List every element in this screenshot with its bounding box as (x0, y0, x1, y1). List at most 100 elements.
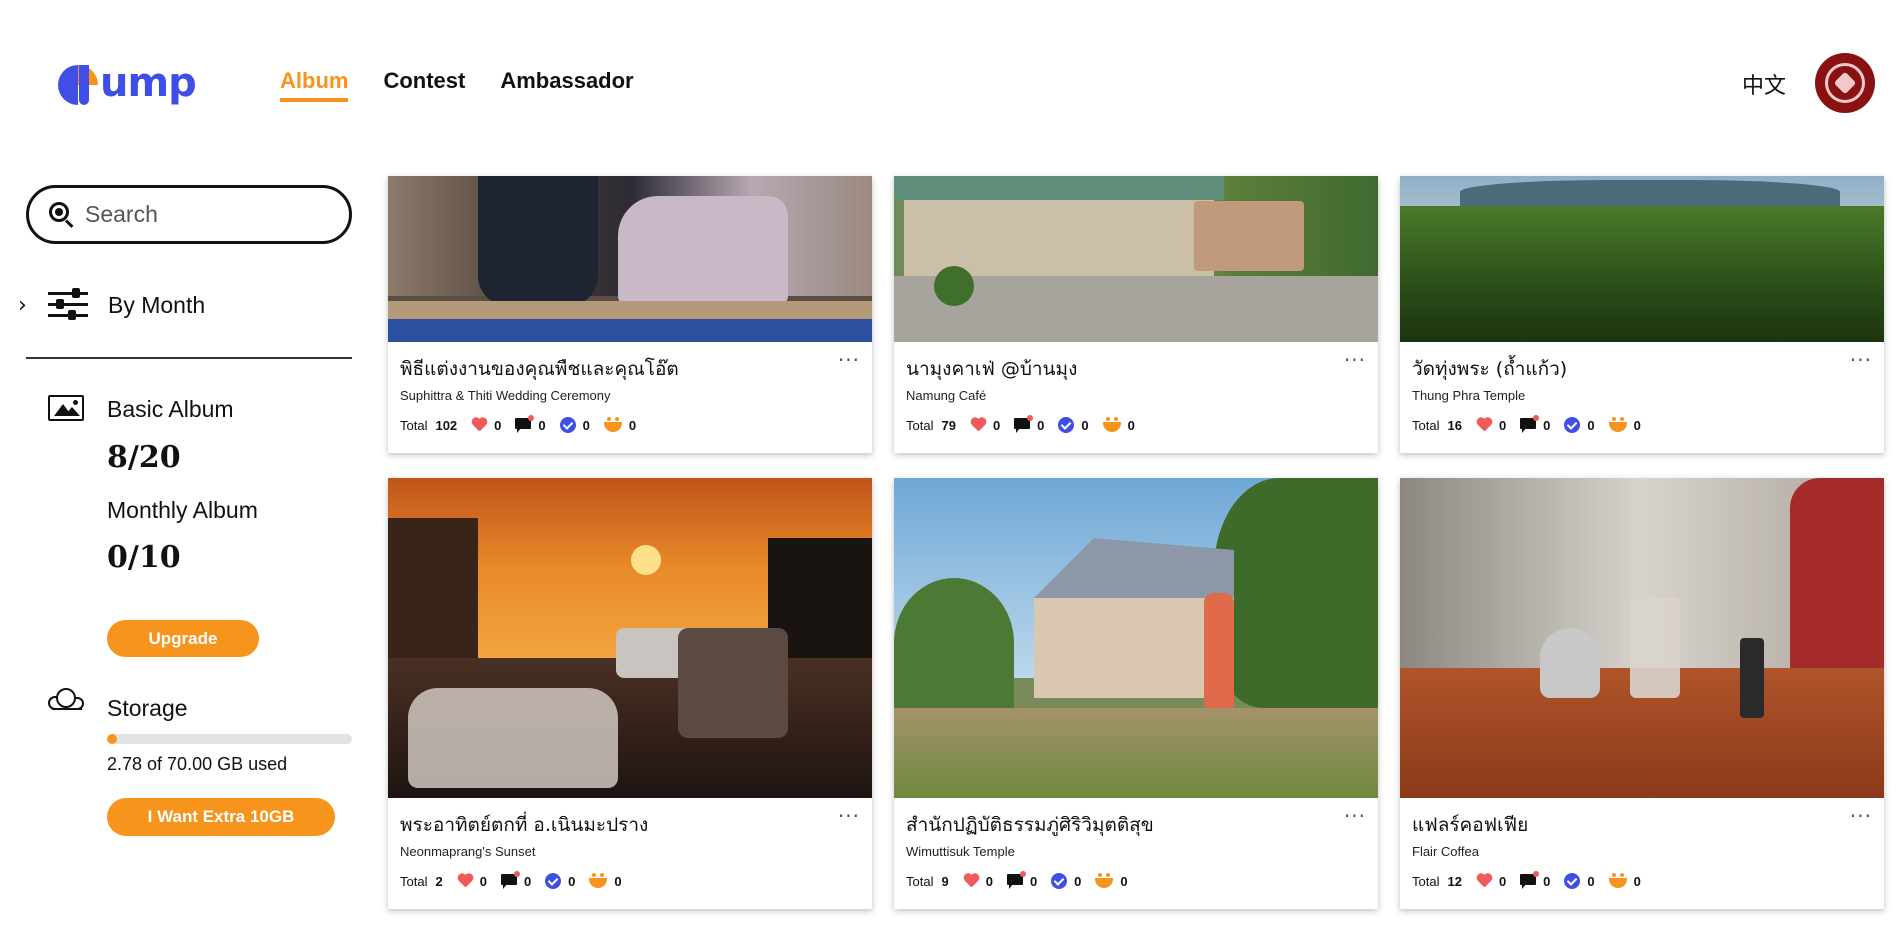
sidebar: › By Month Basic Album 8/20 Monthly Albu… (0, 150, 360, 927)
monthly-album-count: 0/10 (107, 540, 181, 575)
total-label: Total (400, 873, 428, 889)
more-options-icon[interactable]: ··· (1344, 348, 1366, 372)
smile-icon (603, 417, 622, 433)
smile-icon (589, 873, 608, 889)
verified-count: 0 (1587, 873, 1595, 889)
album-cover-image[interactable] (388, 176, 872, 342)
total-count: 9 (941, 873, 949, 889)
like-count: 0 (494, 417, 502, 433)
by-month-filter[interactable]: › By Month (18, 288, 206, 320)
smile-icon (1102, 417, 1121, 433)
total-count: 79 (941, 417, 956, 433)
album-subtitle: Thung Phra Temple (1412, 388, 1526, 403)
verified-count: 0 (582, 417, 590, 433)
total-count: 16 (1447, 417, 1462, 433)
verified-icon (1564, 417, 1581, 433)
basic-album-label: Basic Album (107, 396, 234, 422)
total-label: Total (906, 417, 934, 433)
comment-count: 0 (1029, 873, 1038, 889)
logo-text: ump (100, 60, 197, 106)
more-options-icon[interactable]: ··· (1344, 804, 1366, 828)
extra-storage-button[interactable]: I Want Extra 10GB (107, 798, 335, 836)
monthly-album-label: Monthly Album (107, 497, 258, 523)
album-cover-image[interactable] (894, 478, 1378, 798)
total-label: Total (1412, 417, 1440, 433)
album-title: วัดทุ่งพระ (ถ้ำแก้ว) (1412, 358, 1568, 380)
verified-icon (545, 873, 562, 889)
album-cover-image[interactable] (1400, 478, 1884, 798)
album-stats: Total 12 0 0 0 0 (1412, 871, 1872, 889)
like-count: 0 (479, 873, 487, 889)
more-options-icon[interactable]: ··· (1850, 348, 1872, 372)
album-subtitle: Suphittra & Thiti Wedding Ceremony (400, 388, 611, 403)
upgrade-button[interactable]: Upgrade (107, 620, 259, 657)
smile-icon (1095, 873, 1114, 889)
comment-count: 0 (538, 417, 546, 433)
search-input[interactable] (85, 201, 325, 228)
nav-album[interactable]: Album (280, 68, 349, 102)
storage-progress-fill (107, 734, 117, 744)
verified-icon (1051, 873, 1068, 889)
total-count: 102 (435, 417, 458, 433)
chevron-right-icon: › (18, 292, 27, 318)
search-icon (49, 201, 75, 228)
like-count: 0 (992, 417, 1001, 433)
reaction-count: 0 (1633, 417, 1641, 433)
cloud-icon (48, 688, 84, 710)
verified-icon (559, 417, 576, 433)
heart-icon (1476, 418, 1492, 432)
album-title: พิธีแต่งงานของคุณพืชและคุณโอ๊ต (400, 358, 679, 380)
nav-contest[interactable]: Contest (383, 68, 465, 102)
album-stats: Total 2 0 0 0 0 (400, 871, 860, 889)
like-count: 0 (985, 873, 993, 889)
smile-icon (1608, 873, 1627, 889)
logo-mark-icon (58, 63, 98, 105)
album-subtitle: Wimuttisuk Temple (906, 844, 1015, 859)
verified-count: 0 (1081, 417, 1089, 433)
nav-ambassador[interactable]: Ambassador (500, 68, 633, 102)
more-options-icon[interactable]: ··· (838, 348, 860, 372)
album-title: สำนักปฏิบัติธรรมภู่ศิริวิมุตติสุข (906, 814, 1154, 836)
album-card[interactable]: พระอาทิตย์ตกที่ อ.เนินมะปราง Neonmaprang… (388, 478, 872, 909)
album-card[interactable]: แฟลร์คอฟเฟีย Flair Coffea ··· Total 12 0… (1400, 478, 1884, 909)
comment-icon (1006, 871, 1026, 889)
album-subtitle: Neonmaprang's Sunset (400, 844, 536, 859)
album-card[interactable]: สำนักปฏิบัติธรรมภู่ศิริวิมุตติสุข Wimutt… (894, 478, 1378, 909)
comment-icon (1014, 415, 1034, 433)
album-subtitle: Flair Coffea (1412, 844, 1479, 859)
verified-count: 0 (568, 873, 576, 889)
verified-icon (1058, 417, 1075, 433)
main-nav: Album Contest Ambassador (280, 68, 634, 102)
more-options-icon[interactable]: ··· (1850, 804, 1872, 828)
total-label: Total (1412, 873, 1440, 889)
user-avatar[interactable] (1815, 53, 1875, 113)
storage-progress-bar (107, 734, 352, 744)
album-subtitle: Namung Café (906, 388, 987, 403)
like-count: 0 (1498, 417, 1507, 433)
by-month-label: By Month (108, 291, 206, 318)
album-card[interactable]: พิธีแต่งงานของคุณพืชและคุณโอ๊ต Suphittra… (388, 176, 872, 453)
album-title: พระอาทิตย์ตกที่ อ.เนินมะปราง (400, 814, 649, 836)
gump-logo[interactable]: ump (58, 58, 197, 108)
sidebar-divider (26, 357, 352, 359)
storage-usage-text: 2.78 of 70.00 GB used (107, 754, 288, 774)
total-label: Total (400, 417, 428, 433)
album-cover-image[interactable] (388, 478, 872, 798)
avatar-emblem-icon (1825, 63, 1865, 103)
more-options-icon[interactable]: ··· (838, 804, 860, 828)
heart-icon (1476, 874, 1492, 888)
album-card[interactable]: วัดทุ่งพระ (ถ้ำแก้ว) Thung Phra Temple ·… (1400, 176, 1884, 453)
album-card[interactable]: นามุงคาเฟ่ @บ้านมุง Namung Café ··· Tota… (894, 176, 1378, 453)
like-count: 0 (1498, 873, 1507, 889)
language-switch[interactable]: 中文 (1742, 68, 1786, 100)
heart-icon (457, 874, 473, 888)
album-cover-image[interactable] (894, 176, 1378, 342)
basic-album-count: 8/20 (107, 440, 181, 475)
search-box[interactable] (26, 185, 352, 244)
album-cover-image[interactable] (1400, 176, 1884, 342)
album-title: นามุงคาเฟ่ @บ้านมุง (906, 358, 1078, 380)
total-count: 12 (1447, 873, 1462, 889)
heart-icon (963, 874, 979, 888)
reaction-count: 0 (1633, 873, 1641, 889)
verified-count: 0 (1074, 873, 1082, 889)
